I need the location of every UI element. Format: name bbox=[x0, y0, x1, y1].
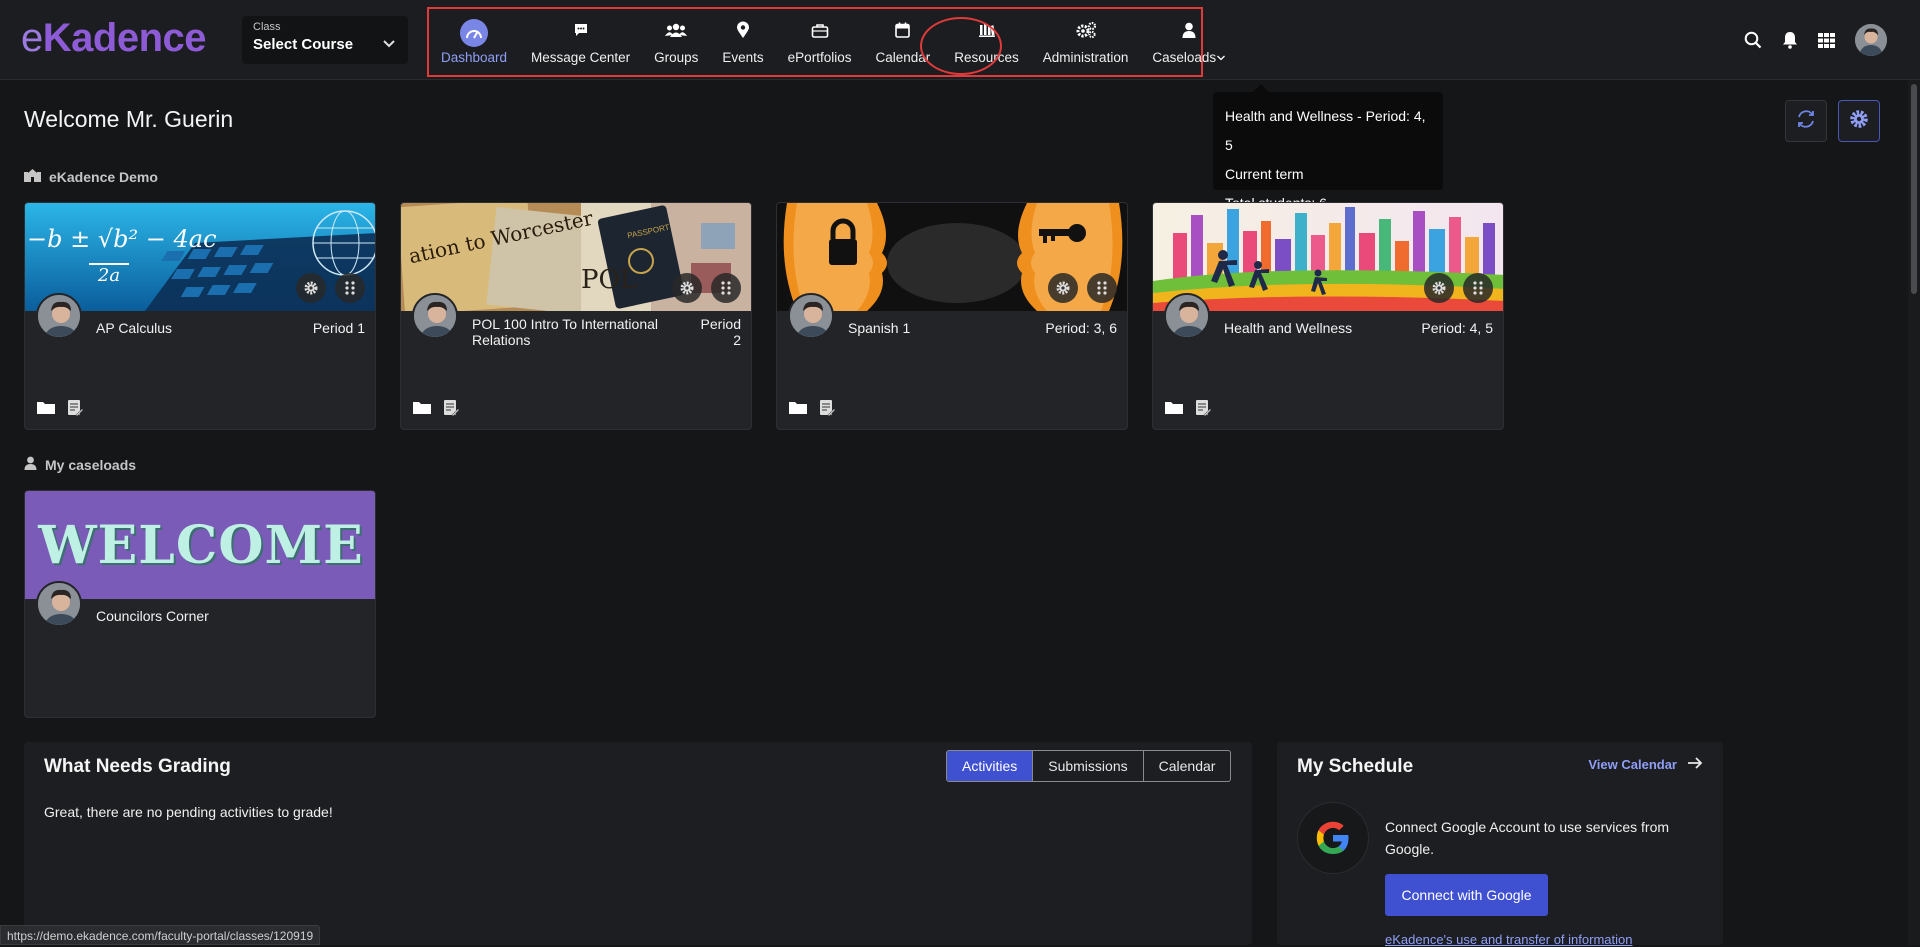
user-icon bbox=[24, 456, 45, 473]
course-period: Period 2 bbox=[700, 316, 741, 348]
class-select-value: Select Course bbox=[253, 36, 354, 53]
course-tooltip: Health and Wellness - Period: 4, 5 Curre… bbox=[1213, 84, 1443, 211]
tab-activities[interactable]: Activities bbox=[947, 751, 1033, 781]
view-calendar-link[interactable]: View Calendar bbox=[1588, 756, 1703, 773]
drag-handle-icon[interactable] bbox=[711, 273, 741, 303]
bell-icon[interactable] bbox=[1782, 31, 1798, 49]
class-select[interactable]: Class Select Course bbox=[242, 16, 408, 64]
course-banner: ation to Worcester POL PASSPORT bbox=[401, 203, 751, 318]
folder-icon[interactable] bbox=[36, 399, 56, 422]
course-title: POL 100 Intro To International Relations bbox=[472, 316, 659, 348]
course-period: Period 1 bbox=[312, 320, 365, 336]
chevron-down-icon bbox=[1216, 50, 1226, 65]
main-nav: Dashboard Message Center Groups Events e… bbox=[427, 7, 1226, 77]
chevron-down-icon bbox=[382, 36, 396, 54]
gear-icon bbox=[1848, 108, 1870, 135]
section-label-demo: eKadence Demo bbox=[24, 168, 158, 185]
nav-calendar[interactable]: Calendar bbox=[863, 9, 942, 75]
tab-submissions[interactable]: Submissions bbox=[1032, 751, 1142, 781]
map-pin-icon bbox=[736, 21, 750, 44]
gradebook-icon[interactable] bbox=[1194, 399, 1212, 422]
avatar[interactable] bbox=[1855, 24, 1887, 56]
arrow-right-icon bbox=[1687, 756, 1703, 773]
what-needs-grading-panel: What Needs Grading Activities Submission… bbox=[24, 742, 1252, 945]
status-url: https://demo.ekadence.com/faculty-portal… bbox=[0, 925, 321, 945]
refresh-button[interactable] bbox=[1785, 100, 1827, 142]
google-logo-icon bbox=[1297, 802, 1369, 874]
library-icon bbox=[978, 23, 995, 42]
ekadence-logo[interactable]: eKadence bbox=[21, 16, 207, 60]
card-settings-button[interactable] bbox=[1048, 273, 1078, 303]
card-settings-button[interactable] bbox=[672, 273, 702, 303]
folder-icon[interactable] bbox=[1164, 399, 1184, 422]
gears-icon bbox=[1075, 21, 1097, 43]
course-banner bbox=[1153, 203, 1503, 311]
avatar bbox=[412, 293, 458, 339]
school-icon bbox=[24, 168, 49, 185]
scrollbar-thumb[interactable] bbox=[1911, 84, 1917, 294]
drag-handle-icon[interactable] bbox=[1087, 273, 1117, 303]
user-icon bbox=[1182, 22, 1196, 43]
avatar bbox=[36, 293, 82, 339]
apps-grid-icon[interactable] bbox=[1818, 32, 1835, 48]
users-icon bbox=[665, 23, 688, 42]
nav-dashboard[interactable]: Dashboard bbox=[429, 9, 519, 75]
chat-icon bbox=[573, 22, 589, 43]
connect-google-text: Connect Google Account to use services f… bbox=[1385, 819, 1670, 857]
course-title: Spanish 1 bbox=[848, 320, 911, 336]
nav-eportfolios[interactable]: ePortfolios bbox=[776, 9, 864, 75]
course-title: Health and Wellness bbox=[1224, 320, 1353, 336]
card-settings-button[interactable] bbox=[1424, 273, 1454, 303]
nav-events[interactable]: Events bbox=[710, 9, 775, 75]
page-title: Welcome Mr. Guerin bbox=[24, 106, 234, 132]
page-scrollbar[interactable] bbox=[1908, 80, 1920, 945]
caseload-banner: WELCOME bbox=[25, 491, 375, 599]
course-card-ap-calculus[interactable]: −b ± √b² − 4ac 2a AP Calculus Period 1 bbox=[24, 202, 376, 430]
course-card-spanish-1[interactable]: Spanish 1 Period: 3, 6 bbox=[776, 202, 1128, 430]
panel-title: What Needs Grading bbox=[44, 756, 231, 777]
gradebook-icon[interactable] bbox=[442, 399, 460, 422]
briefcase-icon bbox=[811, 23, 829, 43]
gradebook-icon[interactable] bbox=[66, 399, 84, 422]
section-label-caseloads: My caseloads bbox=[24, 456, 136, 473]
top-bar: eKadence Class Select Course Dashboard M… bbox=[0, 0, 1920, 80]
connect-google-button[interactable]: Connect with Google bbox=[1385, 874, 1548, 916]
nav-resources[interactable]: Resources bbox=[942, 9, 1031, 75]
caseload-card-councilors-corner[interactable]: WELCOME Councilors Corner bbox=[24, 490, 376, 718]
tab-calendar[interactable]: Calendar bbox=[1142, 751, 1231, 781]
dashboard-settings-button[interactable] bbox=[1838, 100, 1880, 142]
course-card-pol-100[interactable]: ation to Worcester POL PASSPORT POL 100 … bbox=[400, 202, 752, 430]
folder-icon[interactable] bbox=[788, 399, 808, 422]
course-title: AP Calculus bbox=[96, 320, 173, 336]
course-banner: −b ± √b² − 4ac 2a bbox=[25, 203, 375, 311]
caseload-title: Councilors Corner bbox=[96, 608, 209, 624]
card-settings-button[interactable] bbox=[296, 273, 326, 303]
gradebook-icon[interactable] bbox=[818, 399, 836, 422]
nav-administration[interactable]: Administration bbox=[1031, 9, 1141, 75]
grading-tabs: Activities Submissions Calendar bbox=[946, 750, 1232, 782]
course-period: Period: 4, 5 bbox=[1421, 320, 1493, 336]
nav-groups[interactable]: Groups bbox=[642, 9, 710, 75]
avatar bbox=[788, 293, 834, 339]
speedometer-icon bbox=[460, 18, 489, 47]
course-period: Period: 3, 6 bbox=[1045, 320, 1117, 336]
course-card-health-wellness[interactable]: Health and Wellness Period: 4, 5 bbox=[1152, 202, 1504, 430]
refresh-icon bbox=[1795, 108, 1817, 135]
nav-caseloads[interactable]: Caseloads bbox=[1140, 9, 1238, 75]
calendar-icon bbox=[895, 22, 911, 43]
folder-icon[interactable] bbox=[412, 399, 432, 422]
nav-message-center[interactable]: Message Center bbox=[519, 9, 642, 75]
avatar bbox=[36, 581, 82, 627]
header-actions bbox=[1744, 0, 1920, 80]
grading-empty-text: Great, there are no pending activities t… bbox=[44, 804, 333, 820]
search-icon[interactable] bbox=[1744, 31, 1762, 49]
panel-title: My Schedule bbox=[1297, 756, 1414, 777]
course-banner bbox=[777, 203, 1127, 311]
drag-handle-icon[interactable] bbox=[1463, 273, 1493, 303]
drag-handle-icon[interactable] bbox=[335, 273, 365, 303]
class-select-label: Class bbox=[253, 21, 281, 33]
avatar bbox=[1164, 293, 1210, 339]
my-schedule-panel: My Schedule View Calendar Connect Google… bbox=[1277, 742, 1723, 947]
